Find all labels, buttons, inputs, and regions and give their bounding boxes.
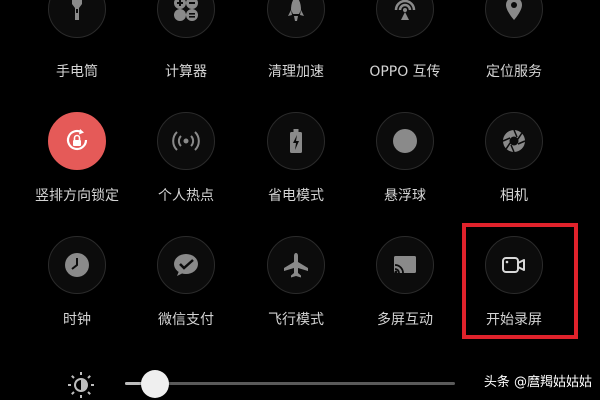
- tile-label: 相机: [500, 188, 528, 204]
- tile-airplane-mode[interactable]: 飞行模式: [242, 0, 350, 328]
- tile-screen-record[interactable]: 开始录屏: [460, 0, 568, 328]
- clock-button[interactable]: [48, 236, 106, 294]
- highlight-box: [462, 223, 578, 339]
- wechat-pay-button[interactable]: [157, 236, 215, 294]
- wechat-pay-icon: [174, 254, 198, 276]
- tile-clock[interactable]: 时钟: [23, 0, 131, 328]
- rotation-lock-icon: [66, 129, 88, 151]
- quick-settings-panel: 手电筒 计算器 清理加速 OPPO 互传 定位服务 竖排方向锁定 个人热点 省电…: [0, 0, 600, 400]
- brightness-slider-thumb[interactable]: [140, 370, 169, 398]
- screen-cast-button[interactable]: [376, 236, 434, 294]
- hotspot-icon: [172, 131, 200, 151]
- screen-cast-icon: [394, 256, 416, 274]
- tile-label: 微信支付: [158, 312, 214, 328]
- brightness-icon: [68, 372, 94, 398]
- watermark: 头条 @麿羯姑姑姑: [483, 375, 592, 390]
- rotation-lock-button[interactable]: [48, 112, 106, 170]
- airplane-mode-button[interactable]: [267, 236, 325, 294]
- camera-button[interactable]: [485, 112, 543, 170]
- hotspot-button[interactable]: [157, 112, 215, 170]
- tile-label: 个人热点: [158, 188, 214, 204]
- clock-icon: [65, 253, 89, 277]
- brightness-slider-track[interactable]: [125, 382, 455, 385]
- tile-screen-cast[interactable]: 多屏互动: [351, 0, 459, 328]
- battery-saver-button[interactable]: [267, 112, 325, 170]
- airplane-icon: [284, 253, 308, 278]
- camera-aperture-icon: [502, 129, 526, 153]
- tile-wechat-pay[interactable]: 微信支付: [132, 0, 240, 328]
- floating-ball-button[interactable]: [376, 112, 434, 170]
- battery-saver-icon: [290, 129, 302, 153]
- floating-ball-icon: [393, 129, 417, 153]
